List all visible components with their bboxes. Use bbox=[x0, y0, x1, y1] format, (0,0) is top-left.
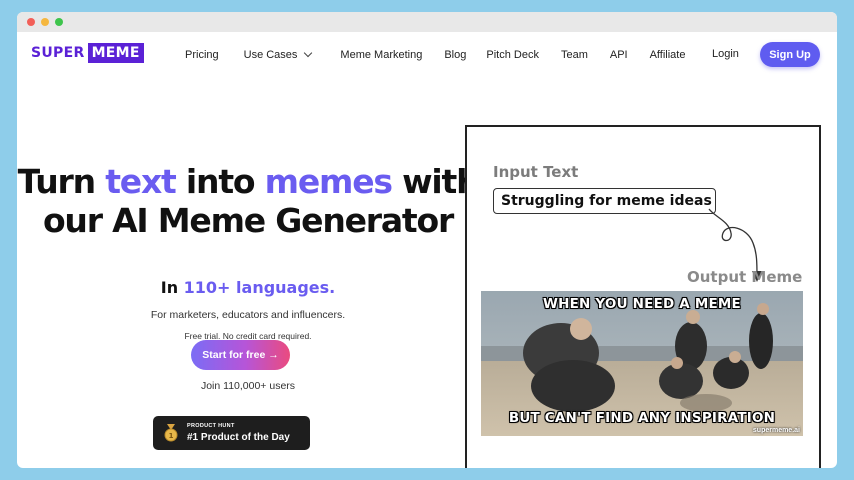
signup-button[interactable]: Sign Up bbox=[760, 42, 820, 67]
nav-link-meme-marketing[interactable]: Meme Marketing bbox=[340, 49, 422, 61]
product-hunt-label: PRODUCT HUNT bbox=[187, 423, 235, 429]
languages-prefix: In bbox=[160, 278, 184, 297]
nav-link-team[interactable]: Team bbox=[561, 49, 588, 61]
meme-demo-panel: Input Text Struggling for meme ideas Out… bbox=[465, 125, 821, 468]
close-window-button[interactable] bbox=[27, 18, 35, 26]
audience-text: For marketers, educators and influencers… bbox=[150, 309, 346, 321]
site-logo[interactable]: SUPER MEME bbox=[31, 43, 144, 63]
hero-title-accent: memes bbox=[264, 162, 393, 201]
logo-text-super: SUPER bbox=[31, 45, 85, 61]
meme-top-caption: WHEN YOU NEED A MEME bbox=[543, 296, 741, 312]
user-count: Join 110,000+ users bbox=[200, 380, 296, 392]
nav-link-pricing[interactable]: Pricing bbox=[185, 49, 219, 61]
hero-title-line2: our AI Meme Generator bbox=[42, 201, 454, 240]
hero-title-accent: text bbox=[105, 162, 177, 201]
hero-title-part: into bbox=[175, 162, 265, 201]
nav-link-blog[interactable]: Blog bbox=[444, 49, 466, 61]
nav-link-use-cases[interactable]: Use Cases bbox=[244, 49, 298, 61]
meme-image: WHEN YOU NEED A MEME BUT CAN'T FIND ANY … bbox=[481, 291, 803, 436]
window-titlebar bbox=[17, 12, 837, 32]
maximize-window-button[interactable] bbox=[55, 18, 63, 26]
browser-window: SUPER MEME Pricing Use Cases Meme Market… bbox=[17, 12, 837, 468]
product-hunt-award: #1 Product of the Day bbox=[187, 432, 290, 443]
medal-icon: 1 bbox=[164, 424, 178, 442]
svg-text:1: 1 bbox=[169, 432, 174, 440]
product-hunt-badge[interactable]: 1 PRODUCT HUNT #1 Product of the Day bbox=[153, 416, 310, 450]
hero-title-part: Turn bbox=[17, 162, 106, 201]
languages-subtitle: In 110+ languages. bbox=[17, 278, 479, 297]
nav-link-pitch-deck[interactable]: Pitch Deck bbox=[486, 49, 539, 61]
nav-link-api[interactable]: API bbox=[610, 49, 628, 61]
nav-links: Pricing Use Cases Meme Marketing Blog Pi… bbox=[185, 32, 685, 77]
logo-text-meme: MEME bbox=[87, 43, 144, 63]
input-text-example: Struggling for meme ideas bbox=[493, 188, 716, 214]
hero-title: Turn text into memes with our AI Meme Ge… bbox=[17, 162, 480, 240]
meme-watermark: supermeme.ai bbox=[752, 427, 800, 434]
input-text-label: Input Text bbox=[493, 163, 579, 181]
nav-link-affiliate[interactable]: Affiliate bbox=[650, 49, 686, 61]
minimize-window-button[interactable] bbox=[41, 18, 49, 26]
output-meme-label: Output Meme bbox=[687, 268, 803, 286]
login-link[interactable]: Login bbox=[712, 48, 739, 60]
chevron-down-icon[interactable] bbox=[304, 48, 313, 57]
meme-bottom-caption: BUT CAN'T FIND ANY INSPIRATION bbox=[508, 410, 776, 426]
top-navigation: SUPER MEME Pricing Use Cases Meme Market… bbox=[17, 32, 837, 77]
start-for-free-button[interactable]: Start for free → bbox=[191, 340, 290, 370]
languages-count: 110+ languages. bbox=[183, 278, 336, 297]
